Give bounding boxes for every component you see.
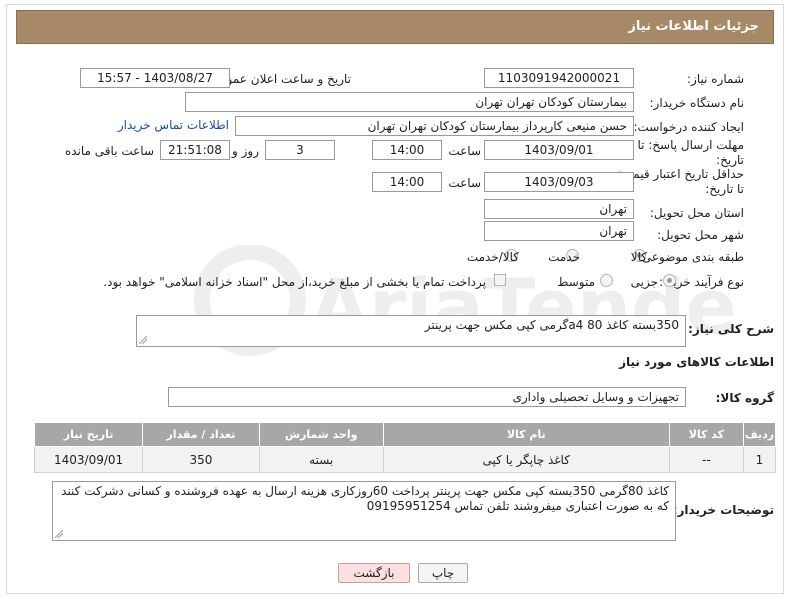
col-header-goods-code: کد کالا [668,422,744,447]
cell-quantity: 350 [142,446,260,473]
col-header-row-number: ردیف [742,422,777,447]
price-date-field: 1403/09/03 [484,172,634,192]
cell-goods-name: کاغذ چاپگر یا کپی [382,446,670,473]
reply-date-field: 1403/09/01 [484,140,634,160]
resize-grip-icon [139,336,147,344]
cell-unit: بسته [258,446,384,473]
creator-field: حسن منیعی کارپرداز بیمارستان کودکان تهرا… [235,116,634,136]
category-option-goods: کالا [630,250,647,264]
remaining-time-field: 21:51:08 [160,140,230,160]
city-label: شهر محل تحویل: [657,228,744,242]
goods-table: ردیف کد کالا نام کالا واحد شمارش تعداد /… [33,422,777,473]
buyer-contact-link[interactable]: اطلاعات تماس خریدار [118,118,229,132]
print-button[interactable]: چاپ [418,563,468,583]
buyer-notes-textarea[interactable]: کاغذ 80گرمی 350بسته کپی مکس جهت پرینتر پ… [52,481,676,541]
col-header-need-date: تاریخ نیاز [33,422,144,447]
back-button[interactable]: بازگشت [338,563,410,583]
announce-field: 1403/08/27 - 15:57 [80,68,230,88]
category-label: طبقه بندی موضوعی: [637,250,744,264]
cell-row-number: 1 [742,446,777,473]
col-header-quantity: تعداد / مقدار [142,422,260,447]
need-number-label: شماره نیاز: [687,72,744,86]
treasury-checkbox[interactable] [494,274,506,286]
process-radio-medium[interactable] [600,274,613,287]
reply-time-label: ساعت [448,144,481,158]
province-field: تهران [484,199,634,219]
category-option-service: خدمت [548,250,580,264]
city-field: تهران [484,221,634,241]
buyer-org-field: بیمارستان کودکان تهران تهران [185,92,634,112]
cell-need-date: 1403/09/01 [33,446,144,473]
remaining-label: ساعت باقی مانده [64,144,154,158]
treasury-note: پرداخت تمام یا بخشی از مبلغ خرید،از محل … [103,275,486,289]
buyer-org-label: نام دستگاه خریدار: [649,96,745,110]
description-textarea[interactable]: 350بسته کاغذ 80 a4گرمی کپی مکس جهت پرینت… [136,315,686,347]
process-option-minor: جزیی [630,275,658,289]
process-option-medium: متوسط [557,275,595,289]
col-header-goods-name: نام کالا [382,422,670,447]
process-radio-minor[interactable] [663,274,676,287]
description-label: شرح کلی نیاز: [688,322,774,336]
category-option-both: کالا/خدمت [466,250,519,264]
goods-group-label: گروه کالا: [715,391,774,405]
table-header-row: ردیف کد کالا نام کالا واحد شمارش تعداد /… [33,422,777,447]
reply-deadline-label: مهلت ارسال پاسخ: تا تاریخ: [637,138,744,167]
buyer-notes-label: توضیحات خریدار: [672,503,774,517]
price-time-field: 14:00 [372,172,442,192]
cell-goods-code: -- [668,446,744,473]
description-text: 350بسته کاغذ 80 a4گرمی کپی مکس جهت پرینت… [424,318,679,332]
creator-label: ایجاد کننده درخواست: [633,120,744,134]
buyer-notes-text: کاغذ 80گرمی 350بسته کپی مکس جهت پرینتر پ… [61,484,669,513]
resize-grip-icon [55,530,63,538]
need-number-field: 1103091942000021 [484,68,634,88]
price-time-label: ساعت [448,176,481,190]
table-row: 1 -- کاغذ چاپگر یا کپی بسته 350 1403/09/… [33,446,777,473]
days-label: روز و [232,144,259,158]
province-label: استان محل تحویل: [649,206,744,220]
goods-info-title: اطلاعات کالاهای مورد نیاز [619,355,774,369]
page-header: جزئیات اطلاعات نیاز [16,10,774,44]
goods-group-field: تجهیزات و وسایل تحصیلی واداری [168,387,686,407]
col-header-unit: واحد شمارش [258,422,384,447]
reply-time-field: 14:00 [372,140,442,160]
days-field: 3 [265,140,335,160]
